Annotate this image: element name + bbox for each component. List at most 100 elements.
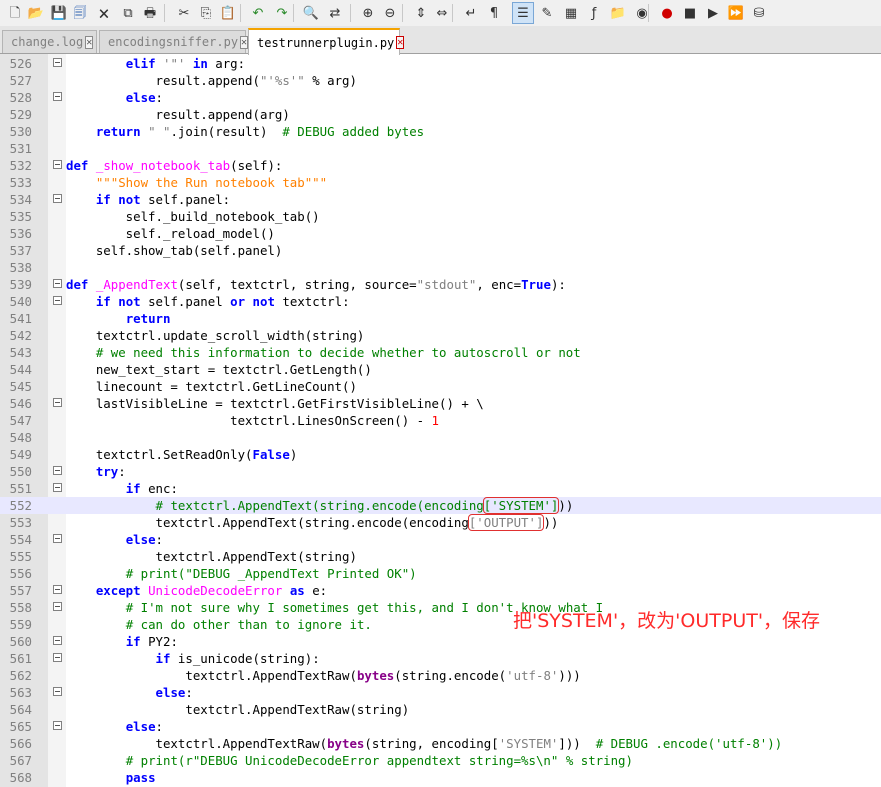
code-line[interactable]: 551 if enc: xyxy=(0,480,881,497)
zoom-out-icon[interactable]: ⊖ xyxy=(380,3,400,23)
code-line[interactable]: 550 try: xyxy=(0,463,881,480)
fold-toggle-icon[interactable] xyxy=(53,398,62,407)
fold-toggle-icon[interactable] xyxy=(53,466,62,475)
code-line[interactable]: 564 textctrl.AppendTextRaw(string) xyxy=(0,701,881,718)
fold-toggle-icon[interactable] xyxy=(53,92,62,101)
code-line[interactable]: 545 linecount = textctrl.GetLineCount() xyxy=(0,378,881,395)
code-line[interactable]: 548 xyxy=(0,429,881,446)
code-line[interactable]: 540 if not self.panel or not textctrl: xyxy=(0,293,881,310)
fold-toggle-icon[interactable] xyxy=(53,160,62,169)
code-line[interactable]: 567 # print(r"DEBUG UnicodeDecodeError a… xyxy=(0,752,881,769)
code-line[interactable]: 542 textctrl.update_scroll_width(string) xyxy=(0,327,881,344)
tab-encodingsniffer[interactable]: encodingsniffer.py ✕ xyxy=(99,30,249,53)
all-chars-icon[interactable]: ¶ xyxy=(484,3,504,23)
copy-icon[interactable]: ⎘ xyxy=(196,3,216,23)
fold-toggle-icon[interactable] xyxy=(53,602,62,611)
play-icon[interactable]: ▶ xyxy=(703,3,723,23)
code-line[interactable]: 538 xyxy=(0,259,881,276)
fold-toggle-icon[interactable] xyxy=(53,194,62,203)
fold-toggle-icon[interactable] xyxy=(53,279,62,288)
code-line[interactable]: 554 else: xyxy=(0,531,881,548)
new-icon[interactable]: 🗋 xyxy=(5,3,25,23)
code-line[interactable]: 536 self._reload_model() xyxy=(0,225,881,242)
save-macro-icon[interactable]: ⛁ xyxy=(749,3,769,23)
close-tab-icon[interactable]: ✕ xyxy=(85,35,94,49)
fold-toggle-icon[interactable] xyxy=(53,687,62,696)
sync-h-icon[interactable]: ⇔ xyxy=(432,3,452,23)
folder-workspace-icon[interactable]: 📁 xyxy=(608,3,628,23)
udl-icon[interactable]: ✎ xyxy=(537,3,557,23)
code-line[interactable]: 539 def _AppendText(self, textctrl, strin… xyxy=(0,276,881,293)
fold-toggle-icon[interactable] xyxy=(53,296,62,305)
code-line[interactable]: 535 self._build_notebook_tab() xyxy=(0,208,881,225)
run-multiple-icon[interactable]: ⏩ xyxy=(726,3,746,23)
print-icon[interactable]: 🖶 xyxy=(140,3,160,23)
code-line[interactable]: 527 result.append("'%s'" % arg) xyxy=(0,72,881,89)
save-all-icon[interactable]: 🗐 xyxy=(70,3,90,23)
cut-icon[interactable]: ✂ xyxy=(174,3,194,23)
fold-toggle-icon[interactable] xyxy=(53,585,62,594)
stop-icon[interactable]: ■ xyxy=(680,3,700,23)
code-line[interactable]: 553 textctrl.AppendText(string.encode(en… xyxy=(0,514,881,531)
redo-icon[interactable]: ↷ xyxy=(272,3,292,23)
fold-toggle-icon[interactable] xyxy=(53,58,62,67)
code-token: '"' xyxy=(163,56,186,71)
code-line[interactable]: 568 pass xyxy=(0,769,881,786)
code-line[interactable]: 546 lastVisibleLine = textctrl.GetFirstV… xyxy=(0,395,881,412)
code-line[interactable]: 537 self.show_tab(self.panel) xyxy=(0,242,881,259)
close-all-icon[interactable]: ⧉ xyxy=(118,3,138,23)
code-token: # textctrl.AppendText(string.encode(enco… xyxy=(155,498,484,513)
code-line[interactable]: 566 textctrl.AppendTextRaw(bytes(string,… xyxy=(0,735,881,752)
code-line[interactable]: 563 else: xyxy=(0,684,881,701)
save-icon[interactable]: 💾 xyxy=(49,3,69,23)
toolbar-separator xyxy=(350,4,351,22)
indent-guide-icon[interactable]: ☰ xyxy=(512,2,534,24)
open-icon[interactable]: 📂 xyxy=(26,3,46,23)
close-tab-icon[interactable]: ✕ xyxy=(240,35,249,49)
code-line[interactable]: 544 new_text_start = textctrl.GetLength(… xyxy=(0,361,881,378)
tab-change-log[interactable]: change.log ✕ xyxy=(2,30,97,53)
code-line[interactable]: 531 xyxy=(0,140,881,157)
code-line[interactable]: 561 if is_unicode(string): xyxy=(0,650,881,667)
code-line[interactable]: 565 else: xyxy=(0,718,881,735)
undo-icon[interactable]: ↶ xyxy=(248,3,268,23)
doc-map-icon[interactable]: ▦ xyxy=(561,3,581,23)
code-line[interactable]: 557 except UnicodeDecodeError as e: xyxy=(0,582,881,599)
code-line[interactable]: 552 # textctrl.AppendText(string.encode(… xyxy=(0,497,881,514)
code-line[interactable]: 534 if not self.panel: xyxy=(0,191,881,208)
replace-icon[interactable]: ⇄ xyxy=(325,3,345,23)
code-line[interactable]: 532 def _show_notebook_tab(self): xyxy=(0,157,881,174)
code-line[interactable]: 530 return " ".join(result) # DEBUG adde… xyxy=(0,123,881,140)
code-line[interactable]: 533 """Show the Run notebook tab""" xyxy=(0,174,881,191)
fold-toggle-icon[interactable] xyxy=(53,653,62,662)
code-line[interactable]: 529 result.append(arg) xyxy=(0,106,881,123)
code-line[interactable]: 543 # we need this information to decide… xyxy=(0,344,881,361)
code-editor[interactable]: 526 elif '"' in arg: 527 result.append("'… xyxy=(0,54,881,787)
fold-toggle-icon[interactable] xyxy=(53,636,62,645)
code-line[interactable]: 560 if PY2: xyxy=(0,633,881,650)
function-list-icon[interactable]: ƒ xyxy=(584,3,604,23)
sync-v-icon[interactable]: ⇕ xyxy=(411,3,431,23)
code-line[interactable]: 547 textctrl.LinesOnScreen() - 1 xyxy=(0,412,881,429)
close-tab-icon[interactable]: ✕ xyxy=(396,36,405,49)
tab-testrunnerplugin[interactable]: testrunnerplugin.py ✕ xyxy=(248,28,405,55)
paste-icon[interactable]: 📋 xyxy=(218,3,238,23)
code-line[interactable]: 541 return xyxy=(0,310,881,327)
zoom-in-icon[interactable]: ⊕ xyxy=(358,3,378,23)
close-icon[interactable]: 🗙 xyxy=(94,3,114,23)
code-line[interactable]: 556 # print("DEBUG _AppendText Printed O… xyxy=(0,565,881,582)
fold-toggle-icon[interactable] xyxy=(53,534,62,543)
monitor-icon[interactable]: ◉ xyxy=(632,3,652,23)
code-token: def xyxy=(66,158,89,173)
code-line[interactable]: 549 textctrl.SetReadOnly(False) xyxy=(0,446,881,463)
fold-toggle-icon[interactable] xyxy=(53,483,62,492)
code-line[interactable]: 555 textctrl.AppendText(string) xyxy=(0,548,881,565)
word-wrap-icon[interactable]: ↵ xyxy=(461,3,481,23)
find-icon[interactable]: 🔍 xyxy=(301,3,321,23)
code-line[interactable]: 526 elif '"' in arg: xyxy=(0,55,881,72)
code-line[interactable]: 528 else: xyxy=(0,89,881,106)
code-line[interactable]: 562 textctrl.AppendTextRaw(bytes(string.… xyxy=(0,667,881,684)
record-icon[interactable]: ● xyxy=(657,3,677,23)
fold-toggle-icon[interactable] xyxy=(53,721,62,730)
